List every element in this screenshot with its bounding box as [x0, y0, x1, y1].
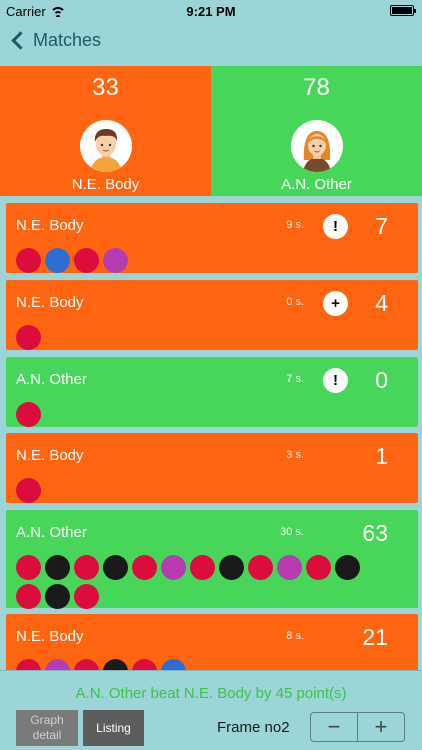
player-panel-left: 33 N.E. Body [0, 66, 211, 196]
black-ball-icon [103, 659, 128, 670]
red-ball-icon [74, 659, 99, 670]
male-avatar-icon [79, 120, 132, 172]
red-ball-icon [16, 325, 41, 350]
back-button-label: Matches [33, 30, 102, 50]
list-item[interactable]: N.E. Body 9 s. ! 7 [6, 203, 418, 273]
list-item[interactable]: N.E. Body 0 s. + 4 [6, 280, 418, 350]
player-total-score: 33 [92, 74, 119, 101]
row-player-name: A.N. Other [16, 524, 87, 541]
row-duration: 7 s. [286, 373, 304, 385]
black-ball-icon [45, 584, 70, 609]
blue-ball-icon [45, 248, 70, 273]
scoreboard: 33 N.E. Body 78 A.N. Other [0, 66, 422, 196]
player-name: A.N. Other [281, 176, 352, 193]
pink-ball-icon [161, 555, 186, 580]
list-item[interactable]: N.E. Body 3 s. 1 [6, 433, 418, 503]
red-ball-icon [190, 555, 215, 580]
frame-stepper[interactable]: − + [310, 712, 405, 742]
row-duration: 8 s. [286, 630, 304, 642]
foul-alert-icon[interactable]: ! [323, 214, 348, 239]
red-ball-icon [74, 584, 99, 609]
ball-sequence [16, 325, 376, 350]
player-name: N.E. Body [71, 176, 140, 193]
red-ball-icon [74, 248, 99, 273]
chevron-left-icon [11, 31, 30, 50]
red-ball-icon [74, 555, 99, 580]
ball-sequence [16, 555, 376, 609]
ball-sequence [16, 402, 376, 427]
increment-button[interactable]: + [358, 713, 404, 741]
add-icon[interactable]: + [323, 291, 348, 316]
battery-icon [390, 5, 416, 16]
red-ball-icon [306, 555, 331, 580]
row-duration: 3 s. [286, 449, 304, 461]
red-ball-icon [132, 555, 157, 580]
player-panel-right: 78 A.N. Other [211, 66, 422, 196]
pink-ball-icon [277, 555, 302, 580]
red-ball-icon [16, 555, 41, 580]
graph-detail-button[interactable]: Graph detail [16, 710, 78, 746]
row-player-name: N.E. Body [16, 294, 84, 311]
female-avatar-icon [290, 120, 343, 172]
black-ball-icon [45, 555, 70, 580]
blue-ball-icon [161, 659, 186, 670]
red-ball-icon [16, 584, 41, 609]
match-summary: A.N. Other beat N.E. Body by 45 point(s) [75, 685, 347, 702]
row-duration: 0 s. [286, 296, 304, 308]
row-score: 7 [375, 213, 388, 239]
listing-button[interactable]: Listing [83, 710, 144, 746]
graph-detail-label-line1: Graph [30, 713, 64, 727]
graph-detail-label-line2: detail [32, 728, 62, 742]
red-ball-icon [16, 659, 41, 670]
list-item[interactable]: A.N. Other 30 s. 63 [6, 510, 418, 609]
row-score: 1 [375, 443, 388, 469]
black-ball-icon [219, 555, 244, 580]
black-ball-icon [335, 555, 360, 580]
pink-ball-icon [45, 659, 70, 670]
red-ball-icon [16, 402, 41, 427]
row-player-name: N.E. Body [16, 447, 84, 464]
player-total-score: 78 [303, 74, 330, 101]
red-ball-icon [16, 248, 41, 273]
clock: 9:21 PM [186, 4, 236, 19]
ball-sequence [16, 478, 376, 503]
footer-bar: A.N. Other beat N.E. Body by 45 point(s)… [0, 670, 422, 750]
row-duration: 30 s. [280, 526, 304, 538]
foul-alert-icon[interactable]: ! [323, 368, 348, 393]
row-player-name: N.E. Body [16, 217, 84, 234]
red-ball-icon [248, 555, 273, 580]
decrement-button[interactable]: − [311, 713, 358, 741]
row-score: 4 [375, 290, 388, 316]
back-button[interactable]: Matches [10, 30, 101, 51]
row-duration: 9 s. [286, 219, 304, 231]
red-ball-icon [132, 659, 157, 670]
ball-sequence [16, 248, 376, 273]
list-item[interactable]: A.N. Other 7 s. ! 0 [6, 357, 418, 427]
status-bar: Carrier 9:21 PM [0, 0, 422, 22]
row-player-name: A.N. Other [16, 371, 87, 388]
row-player-name: N.E. Body [16, 628, 84, 645]
red-ball-icon [16, 478, 41, 503]
pink-ball-icon [103, 248, 128, 273]
row-score: 21 [362, 624, 388, 650]
nav-bar: Matches [0, 22, 422, 66]
row-score: 0 [375, 367, 388, 393]
list-item[interactable]: N.E. Body 8 s. 21 [6, 614, 418, 670]
frame-number-label: Frame no2 [217, 719, 290, 736]
ball-sequence [16, 659, 376, 670]
shot-list[interactable]: N.E. Body 9 s. ! 7 N.E. Body 0 s. + 4 A.… [0, 196, 422, 670]
black-ball-icon [103, 555, 128, 580]
row-score: 63 [362, 520, 388, 546]
